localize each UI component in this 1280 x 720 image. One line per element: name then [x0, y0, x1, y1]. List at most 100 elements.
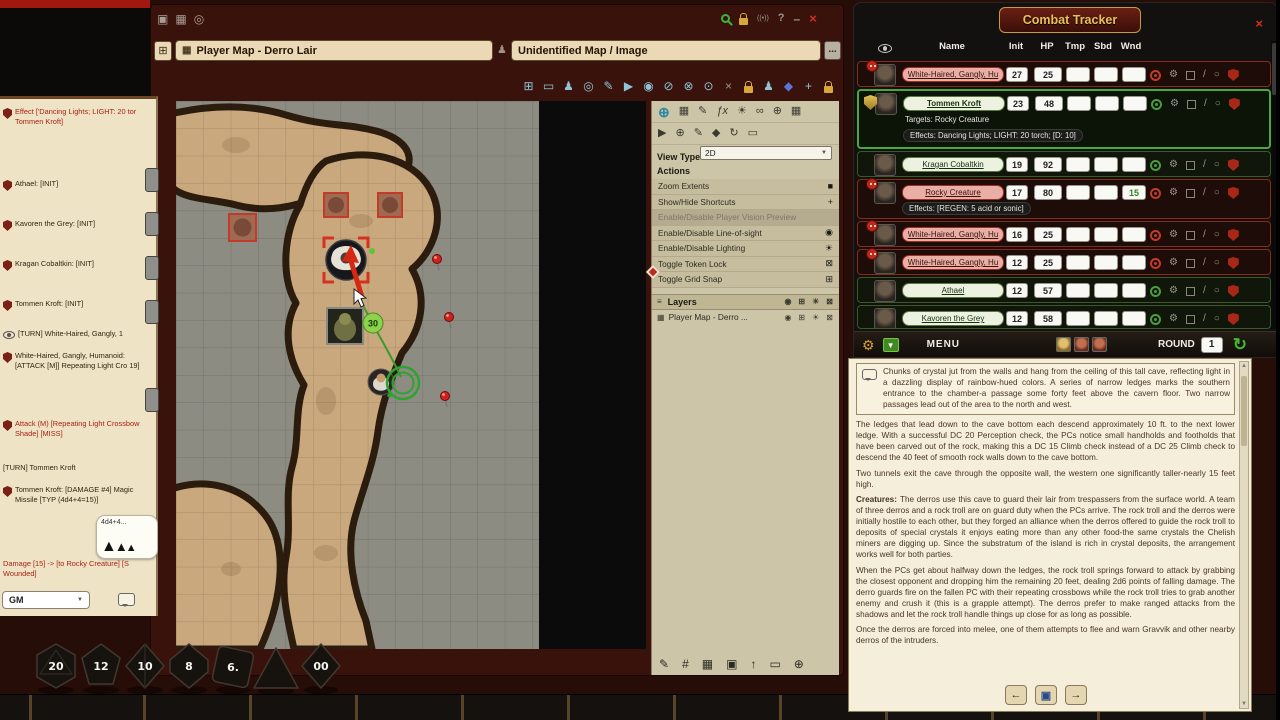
token-derro-1[interactable] — [229, 214, 256, 241]
slash-icon[interactable]: / — [1203, 188, 1206, 198]
faction-shield-icon[interactable] — [1228, 69, 1239, 81]
slash-icon[interactable]: / — [1203, 160, 1206, 170]
layers-header[interactable]: ≡ Layers ◉ ⊞ ☀ ⊠ — [652, 294, 839, 310]
circle-icon[interactable]: ○ — [1215, 99, 1221, 109]
gear-icon[interactable]: ⚙ — [1169, 160, 1178, 170]
gear-icon[interactable]: ⚙ — [1170, 99, 1179, 109]
close-icon[interactable]: × — [1255, 17, 1263, 30]
target-icon[interactable] — [1150, 230, 1161, 241]
sbd-field[interactable] — [1094, 185, 1118, 200]
tracker-row[interactable]: White-Haired, Gangly, Hu 16 25 ⚙/○ — [857, 221, 1271, 247]
portrait-slot[interactable] — [145, 168, 159, 192]
token-lock-icon[interactable] — [739, 77, 758, 95]
pointer-icon[interactable]: ▶ — [619, 77, 638, 95]
hp-field[interactable]: 25 — [1034, 255, 1062, 270]
target-icon[interactable] — [1150, 160, 1161, 171]
circle-icon[interactable]: ○ — [1214, 314, 1220, 324]
sbd-field[interactable] — [1094, 67, 1118, 82]
window-icon-2[interactable]: ▦ — [175, 13, 186, 25]
prev-page-button[interactable]: ← — [1005, 685, 1027, 705]
gear-icon[interactable]: ⚙ — [1169, 70, 1178, 80]
sbd-field[interactable] — [1094, 157, 1118, 172]
slash-icon[interactable]: / — [1203, 70, 1206, 80]
combatant-name[interactable]: Kavoren the Grey — [902, 311, 1004, 326]
gear-icon[interactable]: ⚙ — [1169, 258, 1178, 268]
mini-portrait[interactable] — [1092, 337, 1107, 352]
tracker-row[interactable]: White-Haired, Gangly, Hu 27 25 ⚙/○ — [857, 61, 1271, 87]
tmp-field[interactable] — [1067, 96, 1091, 111]
eye-icon[interactable]: ◉ — [784, 313, 791, 322]
sbd-field[interactable] — [1094, 227, 1118, 242]
wnd-field[interactable]: 15 — [1122, 185, 1146, 200]
hp-field[interactable]: 92 — [1034, 157, 1062, 172]
action-token-lock[interactable]: Toggle Token Lock⊠ — [652, 257, 839, 273]
portrait-slot[interactable] — [145, 300, 159, 324]
combatant-portrait[interactable] — [874, 308, 896, 329]
hp-field[interactable]: 80 — [1034, 185, 1062, 200]
lock-icon[interactable]: ⊠ — [826, 313, 833, 322]
circle-icon[interactable]: ○ — [1214, 70, 1220, 80]
circle-icon[interactable]: ○ — [1214, 258, 1220, 268]
wnd-field[interactable] — [1122, 255, 1146, 270]
init-field[interactable]: 27 — [1006, 67, 1028, 82]
tiles-icon[interactable]: ▦ — [702, 658, 713, 670]
token-derro-2[interactable] — [324, 193, 348, 217]
globe-icon[interactable]: ⊕ — [658, 105, 670, 119]
action-line-of-sight[interactable]: Enable/Disable Line-of-sight◉ — [652, 226, 839, 242]
slash-icon[interactable]: / — [1203, 230, 1206, 240]
combatant-name[interactable]: Kragan Cobaltkin — [902, 157, 1004, 172]
d4-die[interactable] — [254, 648, 298, 688]
init-field[interactable]: 16 — [1006, 227, 1028, 242]
tracker-row-active[interactable]: Tommen Kroft 23 48 ⚙/○ Targets: Rocky Cr… — [857, 89, 1271, 149]
visibility-eye-icon[interactable] — [878, 44, 892, 53]
faction-shield-icon[interactable] — [1228, 159, 1239, 171]
pencil-icon[interactable]: ✎ — [698, 106, 707, 117]
shortcut-button[interactable]: ⊞ — [154, 41, 172, 61]
tmp-field[interactable] — [1066, 185, 1090, 200]
portrait-slot[interactable] — [145, 388, 159, 412]
target-icon[interactable] — [1151, 99, 1162, 110]
combatant-name[interactable]: White-Haired, Gangly, Hu — [902, 227, 1004, 242]
init-field[interactable]: 23 — [1007, 96, 1029, 111]
window-icon-3[interactable]: ◎ — [194, 13, 204, 25]
settings-gear-icon[interactable]: ⚙ — [862, 338, 875, 352]
menu-button[interactable]: MENU — [927, 339, 960, 350]
action-zoom-extents[interactable]: Zoom Extents■ — [652, 179, 839, 195]
plus-icon[interactable]: ⊕ — [675, 128, 684, 139]
combatant-name[interactable]: Tommen Kroft — [903, 96, 1005, 111]
slash-icon[interactable]: / — [1203, 258, 1206, 268]
combatant-name[interactable]: Rocky Creature — [902, 185, 1004, 200]
tracker-row[interactable]: White-Haired, Gangly, Hu 12 25 ⚙/○ — [857, 249, 1271, 275]
faction-shield-icon[interactable] — [1228, 285, 1239, 297]
gear-icon[interactable]: ⚙ — [1169, 188, 1178, 198]
zoom-extents-icon[interactable]: ⊞ — [519, 77, 538, 95]
init-field[interactable]: 12 — [1006, 255, 1028, 270]
combat-tracker-title[interactable]: Combat Tracker — [999, 7, 1141, 33]
tmp-field[interactable] — [1066, 283, 1090, 298]
next-actor-icon[interactable]: ▼ — [883, 338, 899, 352]
next-page-button[interactable]: → — [1065, 685, 1087, 705]
grid-icon[interactable]: ▦ — [679, 106, 689, 117]
page-index-button[interactable]: ▣ — [1035, 685, 1057, 705]
effects-pill[interactable]: Effects: [REGEN: 5 acid or sonic] — [902, 202, 1031, 215]
faction-shield-icon[interactable] — [1228, 257, 1239, 269]
sbd-field[interactable] — [1094, 311, 1118, 326]
wnd-field[interactable] — [1122, 157, 1146, 172]
grid-tool-icon[interactable]: # — [682, 658, 689, 670]
box-icon[interactable] — [1186, 189, 1195, 198]
close-icon[interactable]: × — [809, 12, 817, 25]
box-icon[interactable] — [1186, 161, 1195, 170]
sbd-field[interactable] — [1095, 96, 1119, 111]
add-icon[interactable]: + — [799, 77, 818, 95]
faction-shield-icon[interactable] — [1228, 229, 1239, 241]
tracker-row[interactable]: Kavoren the Grey 12 58 ⚙/○ — [857, 305, 1271, 329]
help-icon[interactable]: ? — [778, 13, 785, 24]
stamp-icon[interactable]: ▣ — [726, 658, 737, 670]
target-icon[interactable]: ◎ — [579, 77, 598, 95]
rotate-icon[interactable]: ↻ — [729, 128, 738, 139]
circle-icon[interactable]: ○ — [1214, 286, 1220, 296]
wnd-field[interactable] — [1122, 227, 1146, 242]
mask-cut-icon[interactable]: ⊗ — [679, 77, 698, 95]
map-title-field[interactable]: ▦ Player Map - Derro Lair — [175, 40, 493, 61]
map-canvas[interactable]: 30 — [176, 101, 646, 649]
